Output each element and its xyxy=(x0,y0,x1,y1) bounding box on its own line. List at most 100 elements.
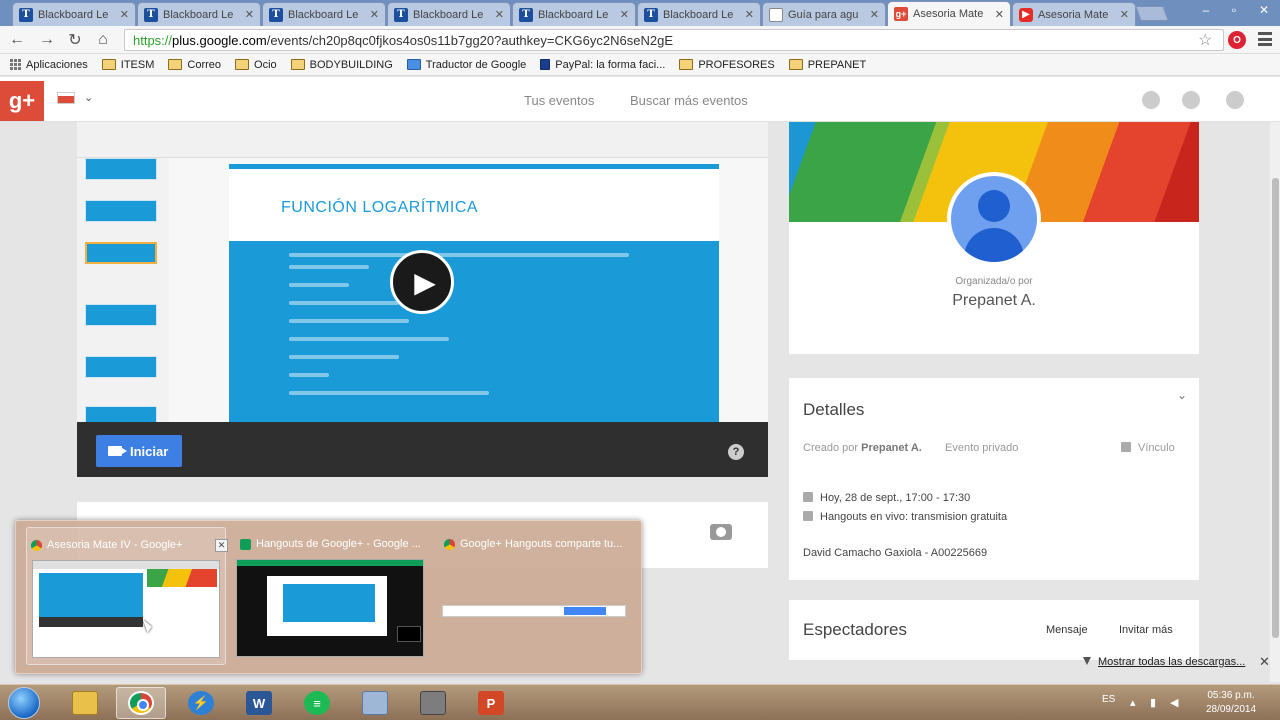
creator-name[interactable]: Prepanet A. xyxy=(861,442,922,454)
folder-icon xyxy=(168,59,183,70)
new-tab-button[interactable] xyxy=(1135,6,1169,21)
close-icon[interactable]: ✕ xyxy=(370,8,379,21)
extension-icon[interactable]: O xyxy=(1228,31,1246,49)
clock-date: 28/09/2014 xyxy=(1205,704,1257,715)
gplus-icon: g+ xyxy=(894,7,908,21)
tab-strip: T Blackboard Le ✕ T Blackboard Le ✕ T Bl… xyxy=(0,0,1280,26)
notifications-icon[interactable] xyxy=(1142,91,1160,109)
slide-thumbnail xyxy=(85,356,157,378)
close-icon[interactable]: ✕ xyxy=(1120,8,1129,21)
bookmark-label: BODYBUILDING xyxy=(309,58,393,71)
address-bar[interactable]: https://plus.google.com/events/ch20p8qc0… xyxy=(124,29,1224,51)
reload-icon[interactable]: ↻ xyxy=(64,30,86,50)
bookmark-label: Traductor de Google xyxy=(425,58,527,71)
video-camera-icon xyxy=(108,446,127,456)
volume-icon[interactable]: ◀ xyxy=(1170,696,1178,709)
chrome-icon xyxy=(444,539,455,550)
close-icon[interactable]: ✕ xyxy=(215,539,228,552)
maximize-icon[interactable]: ▫ xyxy=(1220,0,1248,20)
taskbar-chrome[interactable] xyxy=(116,687,166,719)
tab-asesoria-gplus[interactable]: g+ Asesoria Mate ✕ xyxy=(887,1,1011,26)
chevron-down-icon[interactable]: ⌄ xyxy=(84,91,93,104)
profile-icon[interactable] xyxy=(1226,91,1244,109)
tab-blackboard-1[interactable]: T Blackboard Le ✕ xyxy=(12,2,136,26)
taskbar-spotify[interactable]: ≡ xyxy=(292,687,342,719)
current-slide: FUNCIÓN LOGARÍTMICA xyxy=(229,164,719,427)
tab-blackboard-5[interactable]: T Blackboard Le ✕ xyxy=(512,2,636,26)
close-icon[interactable]: ✕ xyxy=(245,8,254,21)
viewers-title: Espectadores xyxy=(803,620,907,639)
invite-more-button[interactable]: Invitar más xyxy=(1119,624,1173,636)
folder-icon xyxy=(235,59,250,70)
avatar[interactable] xyxy=(947,172,1041,266)
scrollbar-thumb[interactable] xyxy=(1272,178,1279,638)
start-button[interactable] xyxy=(8,687,40,719)
bookmark-bodybuilding[interactable]: BODYBUILDING xyxy=(290,58,393,71)
bookmark-ocio[interactable]: Ocio xyxy=(235,59,277,71)
language-indicator[interactable]: ES xyxy=(1102,694,1115,705)
hangouts-icon[interactable] xyxy=(1182,91,1200,109)
created-by: Creado por Prepanet A. xyxy=(803,442,922,454)
help-icon[interactable]: ? xyxy=(728,444,744,460)
close-icon[interactable]: ✕ xyxy=(620,8,629,21)
bookmark-profesores[interactable]: PROFESORES xyxy=(679,59,775,71)
bookmark-traductor[interactable]: Traductor de Google xyxy=(406,58,527,71)
tray-expand-icon[interactable]: ▴ xyxy=(1130,696,1136,709)
play-icon[interactable]: ▶ xyxy=(390,250,454,314)
close-icon[interactable]: ✕ xyxy=(745,8,754,21)
bookmark-correo[interactable]: Correo xyxy=(168,59,221,71)
organizer-name[interactable]: Prepanet A. xyxy=(789,292,1199,310)
show-all-downloads-link[interactable]: Mostrar todas las descargas... xyxy=(1098,656,1245,668)
document-icon xyxy=(769,7,783,22)
taskbar-app[interactable]: ⚡ xyxy=(176,687,226,719)
window-close-icon[interactable]: ✕ xyxy=(1250,0,1278,20)
close-icon[interactable]: ✕ xyxy=(995,8,1004,21)
event-link[interactable]: Vínculo xyxy=(1121,442,1175,454)
tab-blackboard-2[interactable]: T Blackboard Le ✕ xyxy=(137,2,261,26)
close-icon[interactable]: ✕ xyxy=(1259,654,1270,670)
event-flag-icon[interactable] xyxy=(58,93,74,103)
bookmark-itesm[interactable]: ITESM xyxy=(101,59,154,71)
system-clock[interactable]: 05:36 p.m. 28/09/2014 xyxy=(1196,689,1266,717)
tab-asesoria-youtube[interactable]: ▶ Asesoria Mate ✕ xyxy=(1012,2,1136,26)
message-button[interactable]: Mensaje xyxy=(1046,624,1088,636)
camera-icon[interactable] xyxy=(710,524,732,540)
minimize-icon[interactable]: – xyxy=(1192,0,1220,20)
broadcast-video-player[interactable]: FUNCIÓN LOGARÍTMICA ▶ Iniciar ? xyxy=(77,122,768,477)
bookmark-star-icon[interactable]: ☆ xyxy=(1198,30,1212,50)
taskbar-accessory[interactable] xyxy=(408,687,458,719)
close-icon[interactable]: ✕ xyxy=(870,8,879,21)
tab-label: Blackboard Le xyxy=(38,8,109,21)
back-icon[interactable]: ← xyxy=(6,30,28,50)
home-icon[interactable]: ⌂ xyxy=(92,30,114,50)
taskbar-word[interactable]: W xyxy=(234,687,284,719)
forward-icon[interactable]: → xyxy=(36,30,58,50)
preview-window-2[interactable]: Hangouts de Google+ - Google ... xyxy=(236,527,436,665)
chevron-down-icon[interactable]: ⌄ xyxy=(1177,388,1187,402)
network-icon[interactable]: ▮ xyxy=(1150,696,1156,709)
bookmark-paypal[interactable]: PayPal: la forma faci... xyxy=(540,59,665,71)
nav-my-events[interactable]: Tus eventos xyxy=(524,93,594,108)
close-icon[interactable]: ✕ xyxy=(120,8,129,21)
nav-search-events[interactable]: Buscar más eventos xyxy=(630,93,748,108)
bookmark-prepanet[interactable]: PREPANET xyxy=(788,59,866,71)
start-broadcast-button[interactable]: Iniciar xyxy=(96,435,182,467)
tab-blackboard-4[interactable]: T Blackboard Le ✕ xyxy=(387,2,511,26)
gplus-logo[interactable]: g+ xyxy=(0,81,44,121)
taskbar-calculator[interactable] xyxy=(350,687,400,719)
browser-toolbar: ← → ↻ ⌂ https://plus.google.com/events/c… xyxy=(0,26,1280,54)
preview-window-3[interactable]: Google+ Hangouts comparte tu... xyxy=(440,527,640,665)
tab-guia[interactable]: Guía para agu ✕ xyxy=(762,2,886,26)
close-icon[interactable]: ✕ xyxy=(495,8,504,21)
tab-blackboard-3[interactable]: T Blackboard Le ✕ xyxy=(262,2,386,26)
tab-label: Asesoria Mate xyxy=(913,8,984,20)
chrome-menu-icon[interactable] xyxy=(1258,32,1272,46)
paypal-icon xyxy=(540,59,551,70)
tab-blackboard-6[interactable]: T Blackboard Le ✕ xyxy=(637,2,761,26)
bookmark-apps[interactable]: Aplicaciones xyxy=(10,59,88,71)
taskbar-powerpoint[interactable]: P xyxy=(466,687,516,719)
preview-window-1[interactable]: Asesoria Mate IV - Google+ ✕ xyxy=(26,527,228,665)
taskbar-explorer[interactable] xyxy=(60,687,110,719)
chrome-icon xyxy=(128,691,154,715)
preview-thumbnail xyxy=(32,560,220,658)
